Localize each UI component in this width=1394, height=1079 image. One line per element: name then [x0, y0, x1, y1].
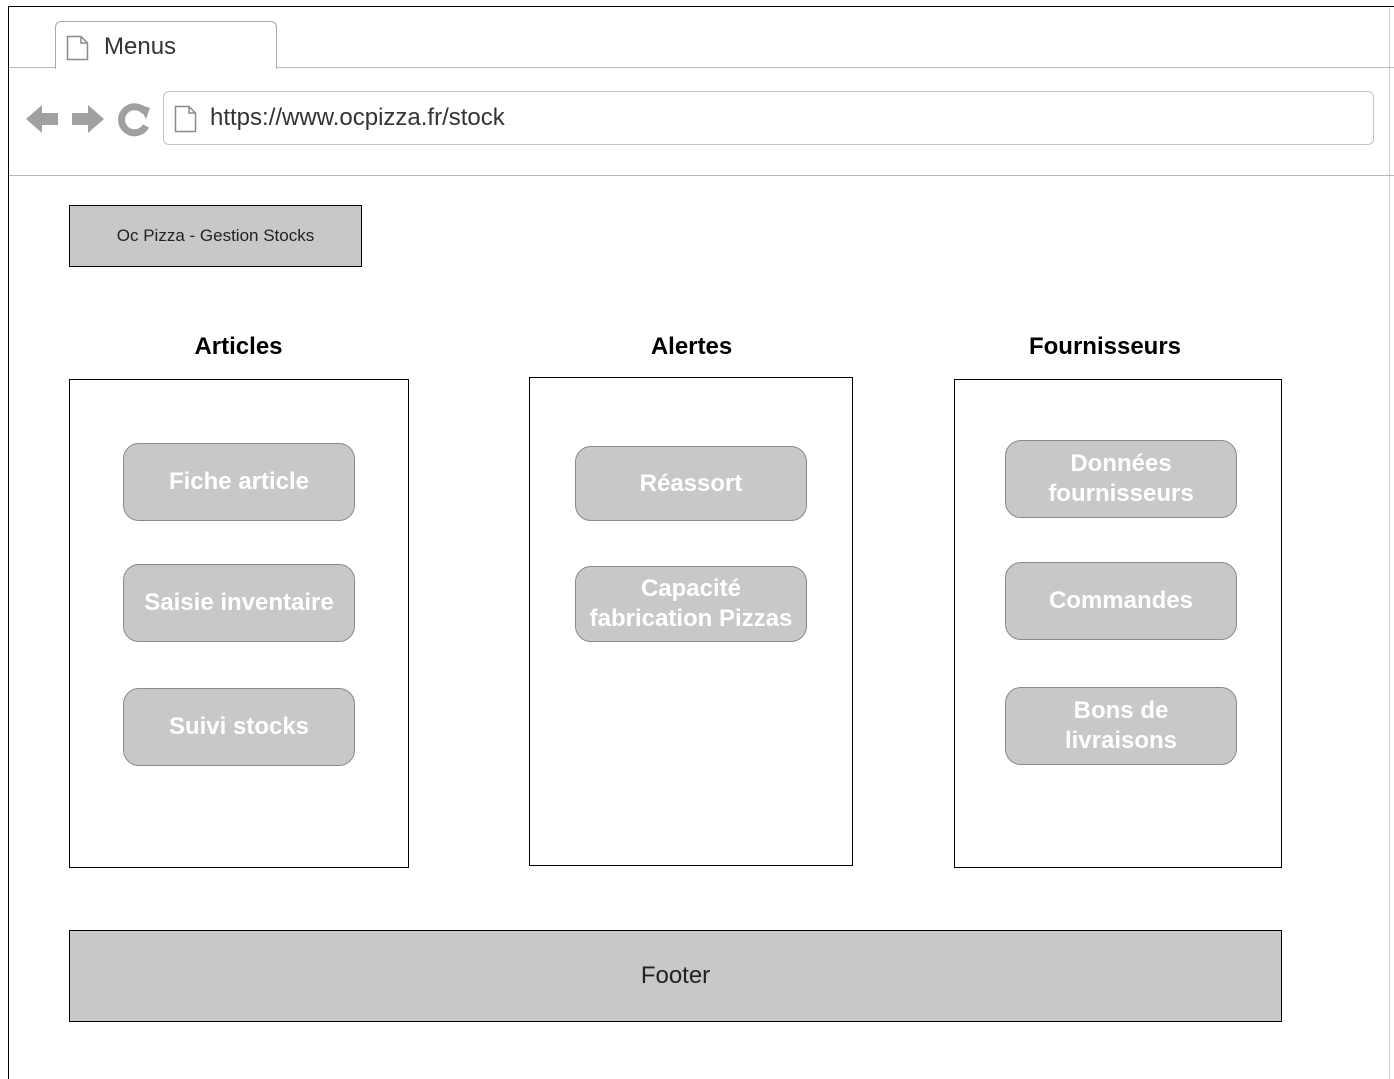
reassort-button[interactable]: Réassort	[575, 446, 807, 521]
saisie-inventaire-button[interactable]: Saisie inventaire	[123, 564, 355, 642]
commandes-button[interactable]: Commandes	[1005, 562, 1237, 640]
window-edge	[1389, 8, 1390, 1079]
alertes-title: Alertes	[650, 333, 733, 360]
donnees-fournisseurs-button[interactable]: Données fournisseurs	[1005, 440, 1237, 518]
articles-title: Articles	[194, 333, 283, 360]
bons-de-livraisons-button[interactable]: Bons de livraisons	[1005, 687, 1237, 765]
address-bar[interactable]: https://www.ocpizza.fr/stock	[163, 91, 1374, 145]
page-icon	[66, 35, 89, 61]
browser-tab[interactable]: Menus	[55, 21, 277, 69]
forward-arrow-icon[interactable]	[70, 100, 106, 138]
fournisseurs-title: Fournisseurs	[1028, 333, 1182, 360]
page-icon	[174, 105, 197, 133]
url-text: https://www.ocpizza.fr/stock	[210, 104, 505, 131]
tab-title: Menus	[104, 33, 177, 60]
refresh-icon[interactable]	[116, 100, 152, 138]
fiche-article-button[interactable]: Fiche article	[123, 443, 355, 521]
nav-divider	[9, 175, 1394, 176]
capacite-fabrication-button[interactable]: Capacité fabrication Pizzas	[575, 566, 807, 642]
site-brand[interactable]: Oc Pizza - Gestion Stocks	[69, 205, 362, 267]
page-footer: Footer	[69, 930, 1282, 1022]
suivi-stocks-button[interactable]: Suivi stocks	[123, 688, 355, 766]
back-arrow-icon[interactable]	[24, 100, 60, 138]
